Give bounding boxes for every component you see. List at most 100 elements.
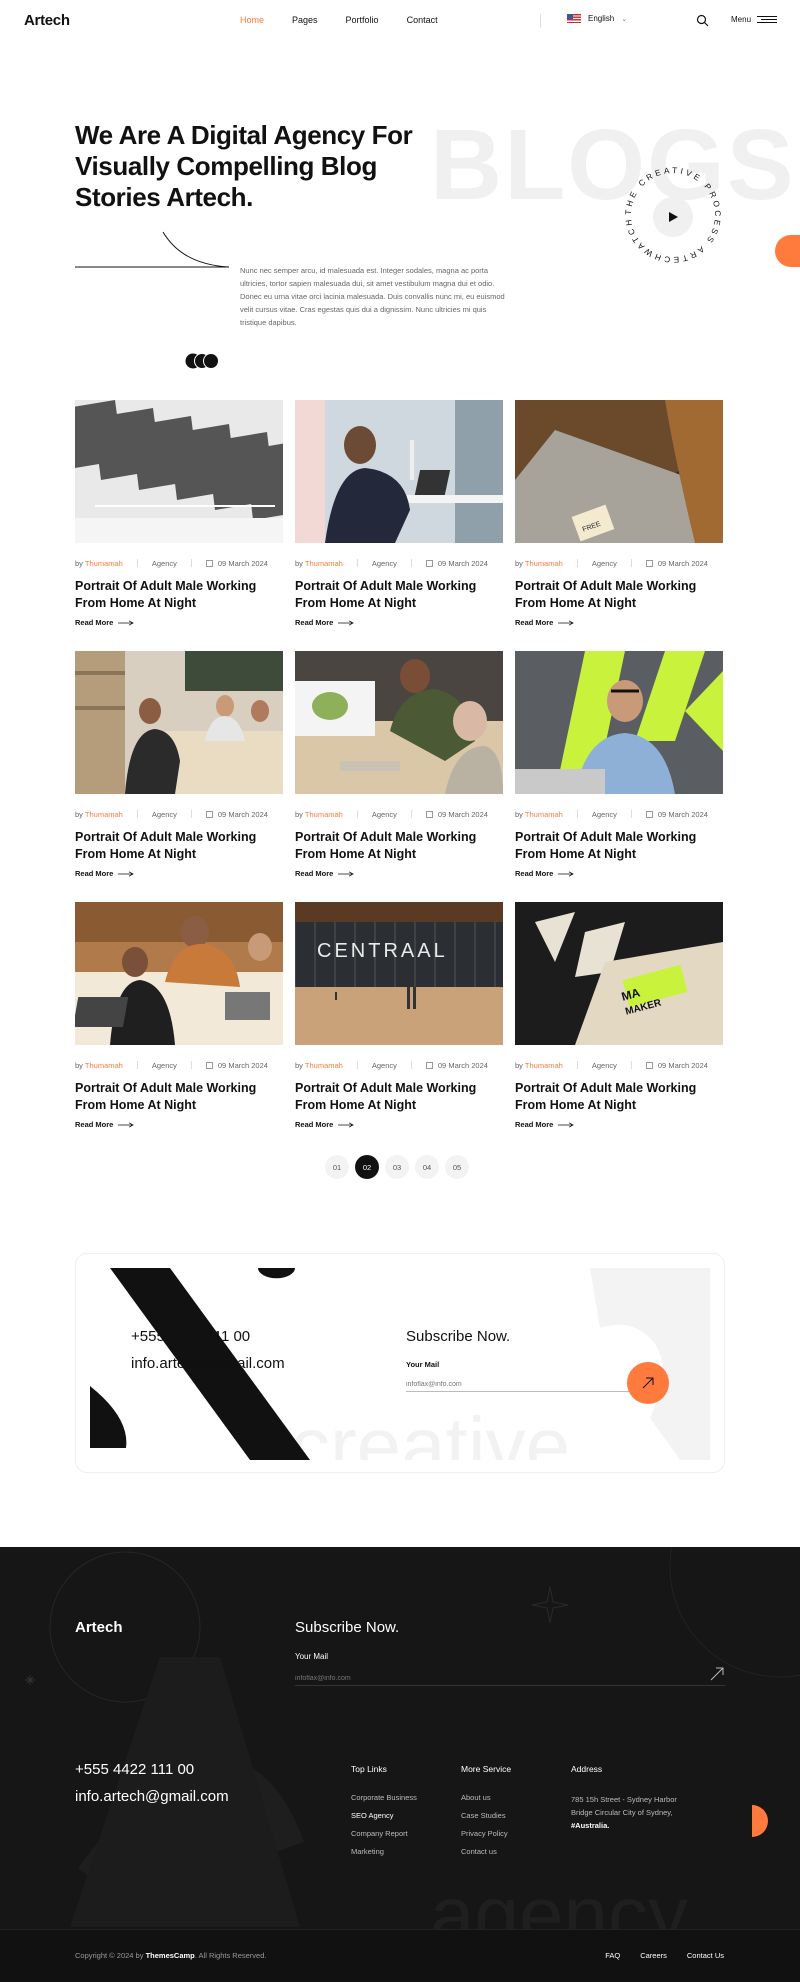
subscribe-title: Subscribe Now.: [406, 1328, 511, 1345]
footer-link-privacy-policy[interactable]: Privacy Policy: [461, 1829, 511, 1838]
blog-card-image[interactable]: FREE: [515, 400, 723, 543]
calendar-icon: [645, 559, 653, 567]
contact-email[interactable]: info.artech@gmail.com: [131, 1355, 285, 1372]
page-button-03[interactable]: 03: [385, 1155, 409, 1179]
read-more-link[interactable]: Read More: [75, 618, 283, 627]
blog-card-title[interactable]: Portrait Of Adult Male Working From Home…: [515, 829, 715, 863]
menu-label: Menu: [731, 15, 752, 24]
category-link[interactable]: Agency: [152, 1061, 177, 1070]
blog-card-title[interactable]: Portrait Of Adult Male Working From Home…: [75, 829, 275, 863]
search-icon[interactable]: [696, 14, 709, 27]
read-more-link[interactable]: Read More: [75, 1120, 283, 1129]
category-link[interactable]: Agency: [372, 1061, 397, 1070]
author-link[interactable]: Thumamah: [525, 559, 563, 568]
calendar-icon: [425, 559, 433, 567]
blog-card-title[interactable]: Portrait Of Adult Male Working From Home…: [295, 578, 495, 612]
footer-link-careers[interactable]: Careers: [640, 1951, 667, 1960]
category-link[interactable]: Agency: [592, 1061, 617, 1070]
by-label: by: [75, 1060, 83, 1070]
copyright-brand-link[interactable]: ThemesCamp: [146, 1951, 195, 1960]
footer-link-case-studies[interactable]: Case Studies: [461, 1811, 511, 1820]
category-link[interactable]: Agency: [152, 810, 177, 819]
category-link[interactable]: Agency: [592, 810, 617, 819]
subscribe-send-button[interactable]: [627, 1362, 669, 1404]
blog-card-image[interactable]: [515, 651, 723, 794]
subscribe-email-input[interactable]: [406, 1378, 634, 1392]
blog-card-image[interactable]: [75, 902, 283, 1045]
page-button-02[interactable]: 02: [355, 1155, 379, 1179]
author-link[interactable]: Thumamah: [305, 559, 343, 568]
arrow-right-icon: [118, 619, 135, 626]
author-link[interactable]: Thumamah: [305, 1061, 343, 1070]
language-selector[interactable]: English ⌄: [567, 14, 627, 23]
footer-link-contact-us-bottom[interactable]: Contact Us: [687, 1951, 724, 1960]
author-link[interactable]: Thumamah: [85, 810, 123, 819]
blog-card-image[interactable]: CENTRAAL: [295, 902, 503, 1045]
read-more-label: Read More: [515, 1120, 554, 1129]
footer-bottom-bar: Copyright © 2024 by ThemesCamp. All Righ…: [0, 1929, 800, 1982]
category-link[interactable]: Agency: [372, 559, 397, 568]
footer-email-input[interactable]: [295, 1672, 725, 1686]
footer-send-arrow-icon[interactable]: [709, 1666, 725, 1682]
logo[interactable]: Artech: [24, 12, 70, 29]
contact-phone[interactable]: +555 4422 111 00: [131, 1328, 250, 1345]
read-more-label: Read More: [295, 1120, 334, 1129]
footer-email[interactable]: info.artech@gmail.com: [75, 1788, 229, 1805]
read-more-link[interactable]: Read More: [515, 618, 723, 627]
nav-pages[interactable]: Pages: [292, 15, 318, 25]
blog-card-meta: by Thumamah Agency 09 March 2024: [75, 1060, 283, 1070]
meta-divider: [576, 810, 578, 818]
author-link[interactable]: Thumamah: [525, 810, 563, 819]
blog-card-title[interactable]: Portrait Of Adult Male Working From Home…: [75, 1080, 275, 1114]
read-more-link[interactable]: Read More: [75, 869, 283, 878]
blog-card-title[interactable]: Portrait Of Adult Male Working From Home…: [295, 829, 495, 863]
read-more-link[interactable]: Read More: [515, 869, 723, 878]
category-link[interactable]: Agency: [372, 810, 397, 819]
blog-card-image[interactable]: [295, 651, 503, 794]
nav-portfolio[interactable]: Portfolio: [346, 15, 379, 25]
footer-link-company-report[interactable]: Company Report: [351, 1829, 417, 1838]
blog-card-title[interactable]: Portrait Of Adult Male Working From Home…: [295, 1080, 495, 1114]
blog-grid: by Thumamah Agency 09 March 2024 Portrai…: [75, 400, 725, 1153]
category-link[interactable]: Agency: [592, 559, 617, 568]
footer-link-contact-us[interactable]: Contact us: [461, 1847, 511, 1856]
blog-card-image[interactable]: [75, 400, 283, 543]
blog-card-title[interactable]: Portrait Of Adult Male Working From Home…: [515, 578, 715, 612]
author-link[interactable]: Thumamah: [305, 810, 343, 819]
creative-process-badge[interactable]: THE CREATIVE PROCESS ARTECHWATCH: [618, 160, 728, 270]
footer-link-seo-agency[interactable]: SEO Agency: [351, 1811, 417, 1820]
blog-card-image[interactable]: [75, 651, 283, 794]
category-link[interactable]: Agency: [152, 559, 177, 568]
blog-card-title[interactable]: Portrait Of Adult Male Working From Home…: [515, 1080, 715, 1114]
read-more-link[interactable]: Read More: [295, 1120, 503, 1129]
page-button-01[interactable]: 01: [325, 1155, 349, 1179]
footer-link-marketing[interactable]: Marketing: [351, 1847, 417, 1856]
blog-card-image[interactable]: MA MAKER: [515, 902, 723, 1045]
calendar-icon: [205, 810, 213, 818]
menu-button[interactable]: Menu: [731, 15, 778, 24]
designers-at-desk-image: [295, 651, 503, 794]
blog-card-title[interactable]: Portrait Of Adult Male Working From Home…: [75, 578, 275, 612]
footer-link-about-us[interactable]: About us: [461, 1793, 511, 1802]
page-button-05[interactable]: 05: [445, 1155, 469, 1179]
page-button-04[interactable]: 04: [415, 1155, 439, 1179]
read-more-link[interactable]: Read More: [295, 869, 503, 878]
arrow-right-icon: [338, 1121, 355, 1128]
blog-card-image[interactable]: [295, 400, 503, 543]
meta-divider: [630, 1061, 632, 1069]
footer-phone[interactable]: +555 4422 111 00: [75, 1761, 194, 1778]
author-link[interactable]: Thumamah: [525, 1061, 563, 1070]
top-links-title: Top Links: [351, 1764, 387, 1774]
footer-logo[interactable]: Artech: [75, 1619, 123, 1636]
nav-contact[interactable]: Contact: [407, 15, 438, 25]
read-more-link[interactable]: Read More: [295, 618, 503, 627]
by-label: by: [515, 809, 523, 819]
read-more-link[interactable]: Read More: [515, 1120, 723, 1129]
footer-link-corporate-business[interactable]: Corporate Business: [351, 1793, 417, 1802]
author-link[interactable]: Thumamah: [85, 1061, 123, 1070]
blog-card-1: by Thumamah Agency 09 March 2024 Portrai…: [75, 400, 283, 651]
wooden-chair-bag-image: FREE: [515, 400, 723, 543]
nav-home[interactable]: Home: [240, 15, 264, 25]
author-link[interactable]: Thumamah: [85, 559, 123, 568]
footer-link-faq[interactable]: FAQ: [605, 1951, 620, 1960]
